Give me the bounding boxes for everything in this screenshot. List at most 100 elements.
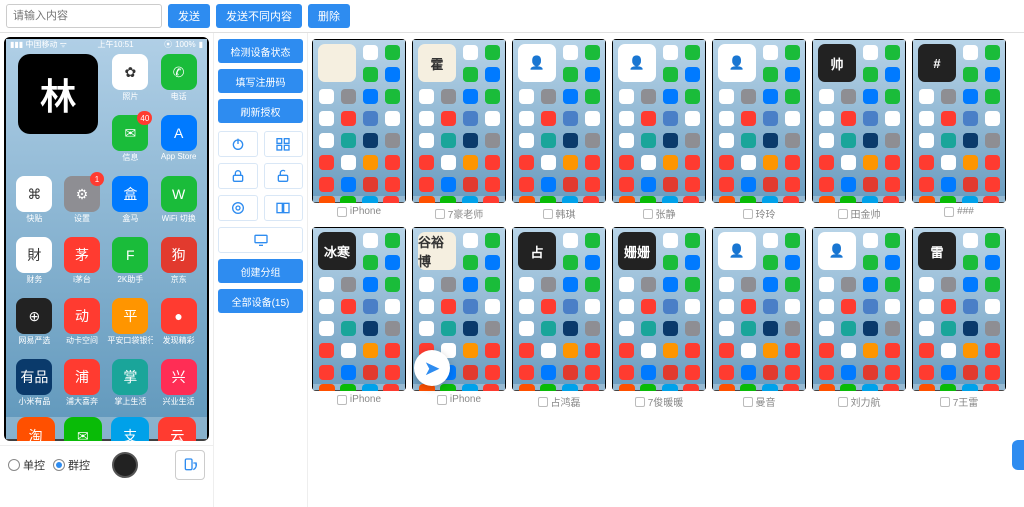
device-screen[interactable]: 👤 <box>712 39 806 203</box>
app-16[interactable]: 有品小米有品 <box>12 359 57 417</box>
device-checkbox[interactable] <box>743 209 753 219</box>
device-screen[interactable]: 👤 <box>712 227 806 391</box>
power-button[interactable] <box>218 131 258 157</box>
thumb-app-icon <box>463 177 478 192</box>
thumb-app-icon <box>963 133 978 148</box>
device-screen[interactable]: 占 <box>512 227 606 391</box>
help-tab[interactable] <box>1012 440 1024 470</box>
thumb-dock-icon <box>362 384 378 391</box>
dock-app-3[interactable]: 云 <box>158 417 196 441</box>
thumb-app-icon <box>885 155 900 170</box>
thumb-app-icon <box>663 111 678 126</box>
app-4[interactable]: ⌘快贴 <box>12 176 57 234</box>
app-5[interactable]: ⚙1设置 <box>60 176 105 234</box>
mode-group-radio[interactable]: 群控 <box>53 457 90 473</box>
app-14[interactable]: 平平安口袋银行 <box>107 298 153 356</box>
thumb-app-icon <box>863 133 878 148</box>
app-19[interactable]: 兴兴业生活 <box>156 359 201 417</box>
device-screen[interactable] <box>312 39 406 203</box>
device-checkbox[interactable] <box>437 395 447 405</box>
send-button[interactable]: 发送 <box>168 4 210 28</box>
device-screen[interactable]: 雷 <box>912 227 1006 391</box>
thumb-app-icon <box>719 111 734 126</box>
display-button[interactable] <box>218 227 303 253</box>
app-1[interactable]: ✆电话 <box>156 54 201 112</box>
device-checkbox[interactable] <box>743 397 753 407</box>
app-15[interactable]: ●发现精彩 <box>156 298 201 356</box>
device-checkbox[interactable] <box>643 209 653 219</box>
device-screen[interactable]: 霍 <box>412 39 506 203</box>
floating-logo[interactable]: ➤ <box>414 350 450 386</box>
app-17[interactable]: 浦浦大喜奔 <box>60 359 105 417</box>
thumb-app-icon <box>785 89 800 104</box>
multitask-button[interactable] <box>264 131 304 157</box>
thumb-app-icon <box>519 321 534 336</box>
device-checkbox[interactable] <box>337 207 347 217</box>
dock-app-2[interactable]: 支 <box>111 417 149 441</box>
device-checkbox[interactable] <box>838 209 848 219</box>
device-name: iPhone <box>350 206 381 217</box>
thumb-app-icon <box>963 321 978 336</box>
device-checkbox[interactable] <box>538 397 548 407</box>
check-status-button[interactable]: 检测设备状态 <box>218 39 303 63</box>
thumb-app-icon <box>819 111 834 126</box>
thumb-app-icon <box>863 177 878 192</box>
mode-single-radio[interactable]: 单控 <box>8 457 45 473</box>
thumb-dock-icon <box>762 196 778 203</box>
thumb-app-icon <box>963 177 978 192</box>
phone-preview[interactable]: ▮▮▮ 中国移动 ᯤ 上午10:51 ⦿ 100% ▮ 林✿照片✆电话✉40信息… <box>4 37 209 441</box>
thumb-app-icon <box>841 177 856 192</box>
create-group-button[interactable]: 创建分组 <box>218 259 303 283</box>
dock-app-0[interactable]: 淘 <box>17 417 55 441</box>
thumb-dock-icon <box>940 384 956 391</box>
device-checkbox[interactable] <box>940 397 950 407</box>
device-checkbox[interactable] <box>944 207 954 217</box>
app-18[interactable]: 掌掌上生活 <box>107 359 153 417</box>
app-icon: 浦 <box>64 359 100 395</box>
device-screen[interactable]: 👤 <box>812 227 906 391</box>
app-0[interactable]: ✿照片 <box>107 54 153 112</box>
thumb-app-icon <box>885 177 900 192</box>
message-input[interactable] <box>6 4 162 28</box>
device-screen[interactable]: 👤 <box>512 39 606 203</box>
layout-button[interactable] <box>264 195 304 221</box>
device-checkbox[interactable] <box>635 397 645 407</box>
delete-button[interactable]: 删除 <box>308 4 350 28</box>
thumb-app-icon <box>763 321 778 336</box>
app-10[interactable]: F2K助手 <box>107 237 153 295</box>
app-9[interactable]: 茅i茅台 <box>60 237 105 295</box>
lock-button[interactable] <box>218 163 258 189</box>
app-icon: ⚙1 <box>64 176 100 212</box>
device-name: 玲玲 <box>756 206 776 221</box>
device-checkbox[interactable] <box>435 209 445 219</box>
app-3[interactable]: AApp Store <box>156 115 201 173</box>
app-12[interactable]: ⊕网易严选 <box>12 298 57 356</box>
home-button[interactable] <box>112 452 138 478</box>
device-screen[interactable]: 姗姗 <box>612 227 706 391</box>
app-6[interactable]: 盒盒马 <box>107 176 153 234</box>
send-diff-button[interactable]: 发送不同内容 <box>216 4 302 28</box>
device-checkbox[interactable] <box>838 397 848 407</box>
thumb-app-icon <box>885 277 900 292</box>
all-devices-button[interactable]: 全部设备(15) <box>218 289 303 313</box>
app-7[interactable]: WWiFi 切换 <box>156 176 201 234</box>
dock-app-1[interactable]: ✉ <box>64 417 102 441</box>
app-8[interactable]: 財财务 <box>12 237 57 295</box>
thumb-app-icon <box>463 321 478 336</box>
screenshot-button[interactable] <box>218 195 258 221</box>
device-screen[interactable]: # <box>912 39 1006 203</box>
rotate-button[interactable] <box>175 450 205 480</box>
unlock-button[interactable] <box>264 163 304 189</box>
refresh-auth-button[interactable]: 刷新授权 <box>218 99 303 123</box>
device-checkbox[interactable] <box>337 395 347 405</box>
fill-register-button[interactable]: 填写注册码 <box>218 69 303 93</box>
app-2[interactable]: ✉40信息 <box>107 115 153 173</box>
thumb-app-icon <box>941 111 956 126</box>
thumb-app-icon <box>663 89 678 104</box>
app-11[interactable]: 狗京东 <box>156 237 201 295</box>
device-screen[interactable]: 帅 <box>812 39 906 203</box>
device-checkbox[interactable] <box>543 209 553 219</box>
app-13[interactable]: 动动卡空间 <box>60 298 105 356</box>
device-screen[interactable]: 冰寒 <box>312 227 406 391</box>
device-screen[interactable]: 👤 <box>612 39 706 203</box>
